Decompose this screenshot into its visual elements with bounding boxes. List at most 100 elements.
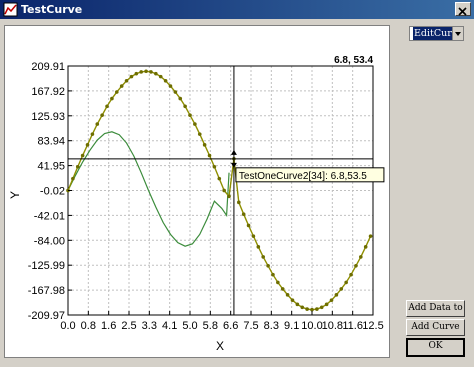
data-point-marker[interactable] — [324, 302, 329, 307]
data-point-marker[interactable] — [237, 200, 241, 205]
data-point-marker[interactable] — [80, 153, 85, 158]
window-title: TestCurve — [21, 3, 83, 16]
cursor-up-arrow-icon — [230, 149, 237, 155]
data-point-marker[interactable] — [119, 84, 124, 88]
data-point-marker[interactable] — [183, 104, 187, 109]
chart[interactable]: 0.0 0.8 1.6 2.5 3.3 4.1 5.0 5.8 6.6 7.5 8.3 9.1 10.0… — [5, 26, 389, 357]
data-point-marker[interactable] — [222, 188, 226, 193]
close-icon — [458, 7, 467, 16]
x-tick-label: 9.1 — [284, 320, 299, 332]
plot-panel[interactable]: 0.0 0.8 1.6 2.5 3.3 4.1 5.0 5.8 6.6 7.5 8.3 9.1 10.0… — [4, 25, 390, 358]
ok-button[interactable]: OK — [406, 338, 465, 357]
data-point-marker[interactable] — [363, 245, 368, 249]
data-point-marker[interactable] — [276, 280, 280, 285]
data-point-marker[interactable] — [310, 307, 314, 312]
data-point-marker[interactable] — [110, 96, 114, 101]
data-point-marker[interactable] — [280, 287, 285, 291]
x-tick-label: 7.5 — [243, 320, 258, 332]
data-point-marker[interactable] — [154, 71, 158, 76]
data-point-marker[interactable] — [158, 74, 163, 79]
app-icon — [3, 2, 18, 17]
data-point-marker[interactable] — [202, 143, 207, 147]
data-point-marker[interactable] — [246, 223, 251, 228]
data-point-marker[interactable] — [359, 255, 363, 259]
data-point-marker[interactable] — [95, 122, 100, 126]
y-tick-label: -84.00 — [34, 235, 65, 247]
data-point-marker[interactable] — [251, 234, 256, 238]
data-point-marker[interactable] — [295, 302, 300, 307]
x-tick-label: 5.8 — [203, 320, 218, 332]
x-tick-label: 2.5 — [121, 320, 136, 332]
data-point-marker[interactable] — [227, 194, 231, 199]
x-tick-label: 6.6 — [223, 320, 238, 332]
data-point-marker[interactable] — [100, 113, 104, 117]
x-axis-label: X — [216, 339, 224, 353]
data-point-marker[interactable] — [266, 263, 270, 268]
x-tick-label: 4.1 — [162, 320, 177, 332]
data-point-marker[interactable] — [105, 104, 109, 109]
y-tick-label: 125.93 — [31, 111, 65, 123]
data-point-marker[interactable] — [261, 255, 266, 259]
close-button[interactable] — [455, 2, 471, 16]
data-point-marker[interactable] — [285, 293, 290, 297]
data-point-marker[interactable] — [334, 293, 339, 297]
data-point-marker[interactable] — [115, 90, 119, 94]
x-tick-label: 10.8 — [322, 320, 343, 332]
x-tick-label: 1.6 — [101, 320, 116, 332]
data-point-marker[interactable] — [368, 234, 373, 238]
data-point-marker[interactable] — [197, 132, 202, 136]
y-tick-label: 209.91 — [31, 61, 65, 73]
data-point-marker[interactable] — [300, 305, 305, 310]
data-point-marker[interactable] — [168, 84, 173, 88]
x-tick-label: 3.3 — [142, 320, 157, 332]
data-point-marker[interactable] — [129, 74, 134, 79]
y-axis-label: Y — [8, 191, 22, 199]
data-point-marker[interactable] — [339, 287, 344, 291]
y-tick-label: -209.97 — [28, 310, 65, 322]
x-tick-label: 12.5 — [362, 320, 383, 332]
data-point-marker[interactable] — [207, 153, 212, 158]
title-bar[interactable]: TestCurve — [0, 0, 474, 19]
y-tick-label: -0.02 — [40, 186, 65, 198]
data-point-marker[interactable] — [75, 164, 80, 169]
data-point-marker[interactable] — [178, 96, 183, 101]
data-point-marker[interactable] — [163, 78, 168, 83]
data-point-marker[interactable] — [305, 307, 309, 311]
data-point-marker[interactable] — [173, 90, 178, 94]
data-point-marker[interactable] — [329, 298, 334, 302]
data-point-marker[interactable] — [349, 272, 353, 277]
data-point-marker[interactable] — [217, 176, 222, 181]
x-tick-label: 0.8 — [81, 320, 96, 332]
data-point-marker[interactable] — [319, 305, 324, 310]
data-point-marker[interactable] — [71, 176, 75, 181]
tooltip-text: TestOneCurve2[34]: 6.8,53.5 — [239, 171, 367, 182]
data-point-marker[interactable] — [85, 143, 90, 147]
data-point-marker[interactable] — [90, 132, 95, 136]
x-tick-label: 5.0 — [182, 320, 197, 332]
data-point-marker[interactable] — [149, 70, 153, 74]
data-point-marker[interactable] — [315, 307, 319, 311]
data-point-marker[interactable] — [256, 245, 261, 249]
add-data-button[interactable]: Add Data to — [406, 300, 465, 317]
data-point-marker[interactable] — [144, 69, 148, 74]
y-tick-label: -167.98 — [28, 285, 65, 297]
y-tick-label: -125.99 — [28, 260, 65, 272]
add-curve-button[interactable]: Add Curve — [406, 319, 465, 336]
data-point-marker[interactable] — [212, 164, 217, 169]
y-tick-label: 41.95 — [37, 161, 65, 173]
x-tick-label: 11.6 — [342, 320, 363, 332]
data-point-marker[interactable] — [134, 71, 139, 76]
data-point-marker[interactable] — [241, 212, 246, 217]
data-point-marker[interactable] — [139, 70, 143, 74]
curve-select[interactable]: EditCurv — [409, 26, 464, 41]
chevron-down-icon[interactable] — [452, 27, 463, 40]
data-point-marker[interactable] — [271, 272, 275, 277]
data-point-marker[interactable] — [290, 298, 295, 302]
data-point-marker[interactable] — [124, 78, 129, 83]
y-tick-label: 83.94 — [37, 136, 65, 148]
data-point-marker[interactable] — [188, 113, 192, 117]
data-point-marker[interactable] — [354, 263, 358, 268]
data-point-marker[interactable] — [344, 280, 348, 285]
data-point-marker[interactable] — [193, 122, 197, 126]
series-line-green — [67, 131, 230, 247]
